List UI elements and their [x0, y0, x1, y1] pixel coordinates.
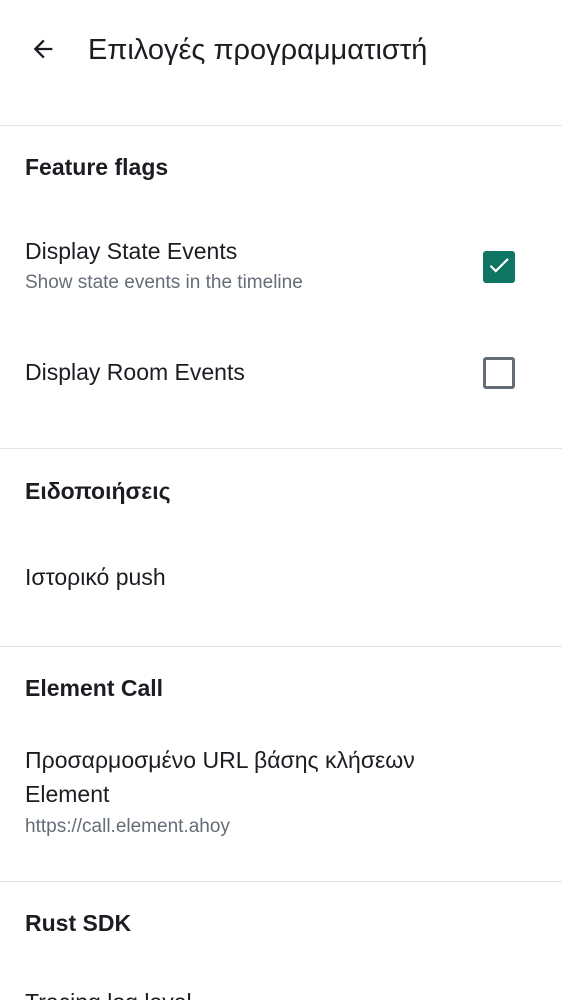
setting-custom-call-base-url[interactable]: Προσαρμοσμένο URL βάσης κλήσεων Element … — [0, 730, 562, 855]
back-button[interactable] — [18, 26, 68, 76]
setting-label: Ιστορικό push — [25, 564, 166, 590]
setting-label: Προσαρμοσμένο URL βάσης κλήσεων Element — [25, 747, 415, 807]
setting-subtitle: Show state events in the timeline — [25, 272, 303, 293]
setting-label: Display State Events — [25, 238, 238, 264]
checkmark-icon — [486, 252, 512, 283]
setting-label: Tracing log level — [25, 985, 192, 1000]
section-title-rust-sdk: Rust SDK — [25, 910, 132, 936]
setting-label: Display Room Events — [25, 359, 245, 385]
setting-push-history[interactable]: Ιστορικό push — [0, 535, 562, 620]
setting-subtitle: https://call.element.ahoy — [25, 816, 230, 837]
arrow-back-icon — [29, 35, 57, 68]
section-title-notifications: Ειδοποιήσεις — [25, 478, 171, 504]
developer-options-screen: Επιλογές προγραμματιστή Feature flags Di… — [0, 0, 562, 1000]
page-title: Επιλογές προγραμματιστή — [88, 34, 428, 66]
divider — [0, 125, 562, 126]
display-state-events-checkbox[interactable] — [483, 251, 515, 283]
setting-display-room-events[interactable]: Display Room Events — [0, 325, 562, 425]
setting-tracing-log-level[interactable]: Tracing log level — [0, 965, 562, 1000]
display-room-events-checkbox[interactable] — [483, 357, 515, 389]
divider — [0, 881, 562, 882]
divider — [0, 646, 562, 647]
divider — [0, 448, 562, 449]
section-title-feature-flags: Feature flags — [25, 154, 169, 180]
top-app-bar: Επιλογές προγραμματιστή — [0, 0, 562, 100]
section-title-element-call: Element Call — [25, 675, 164, 701]
setting-display-state-events[interactable]: Display State Events Show state events i… — [0, 215, 562, 325]
